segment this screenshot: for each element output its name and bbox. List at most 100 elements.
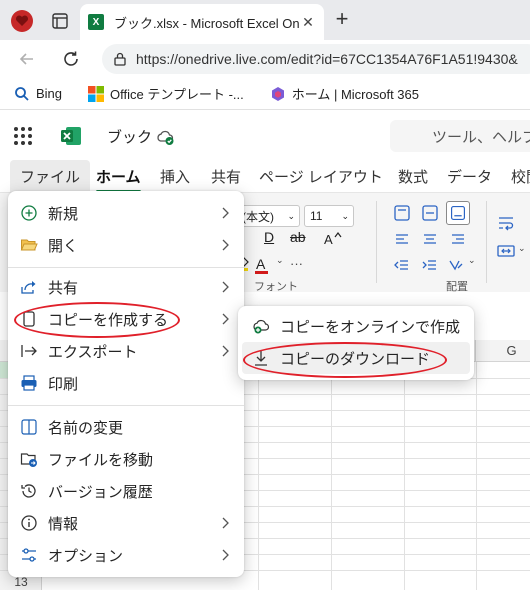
align-center-icon[interactable]	[420, 229, 440, 249]
info-icon	[20, 514, 38, 532]
row-number-13[interactable]: 13	[0, 575, 42, 589]
excel-app-bar: ブック ツール、ヘルプ	[0, 110, 530, 160]
chevron-down-icon[interactable]: ⌄	[276, 255, 284, 266]
menu-item-label: オプション	[48, 547, 124, 565]
chevron-right-icon	[222, 517, 229, 529]
bookmark-label: Bing	[36, 86, 63, 101]
export-arrow-icon	[20, 342, 38, 360]
menu-item-info[interactable]: 情報	[8, 507, 244, 539]
align-top-icon[interactable]	[392, 203, 412, 223]
plus-circle-icon	[20, 204, 38, 222]
browser-tab-active[interactable]: X ブック.xlsx - Microsoft Excel Online ✕	[80, 4, 324, 40]
ribbon-separator	[376, 201, 377, 283]
cloud-add-icon	[252, 317, 270, 335]
submenu-item-label: コピーをオンラインで作成	[280, 318, 461, 336]
orientation-icon[interactable]	[446, 255, 466, 275]
align-bottom-icon[interactable]	[446, 201, 470, 225]
make-copy-submenu: コピーをオンラインで作成 コピーのダウンロード	[238, 306, 474, 380]
search-input[interactable]: ツール、ヘルプ	[390, 120, 530, 152]
tab-page-layout[interactable]: ページ レイアウト	[259, 166, 383, 187]
grid-line	[404, 362, 405, 590]
file-menu: 新規 開く 共有 コピーを作成する エクスポート 印刷 名前の変更 ファイルを移…	[8, 191, 244, 577]
menu-item-label: 共有	[48, 279, 79, 297]
bookmark-office-templates[interactable]: Office テンプレート -...	[88, 84, 244, 103]
align-right-icon[interactable]	[448, 229, 468, 249]
chevron-right-icon	[222, 207, 229, 219]
tab-file[interactable]: ファイル	[10, 160, 91, 192]
chevron-right-icon	[222, 239, 229, 251]
more-font-options-icon[interactable]: ···	[290, 256, 303, 271]
tab-data[interactable]: データ	[447, 166, 492, 187]
url-field[interactable]: https://onedrive.live.com/edit?id=67CC13…	[102, 44, 530, 74]
chevron-down-icon[interactable]: ⌄	[518, 243, 526, 254]
chevron-down-icon: ⌄	[341, 210, 349, 221]
underline-button[interactable]: D	[264, 229, 274, 245]
tab-close-icon[interactable]: ✕	[300, 14, 316, 31]
history-icon	[20, 482, 38, 500]
tab-home[interactable]: ホーム	[96, 166, 141, 193]
document-name[interactable]: ブック	[107, 126, 152, 147]
menu-divider	[8, 267, 244, 268]
increase-indent-icon[interactable]	[420, 255, 440, 275]
column-header-g[interactable]: G	[476, 340, 530, 362]
menu-item-label: バージョン履歴	[48, 483, 153, 501]
menu-item-new[interactable]: 新規	[8, 197, 244, 229]
menu-item-print[interactable]: 印刷	[8, 367, 244, 399]
app-launcher-icon[interactable]	[14, 127, 32, 145]
grid-line	[258, 362, 259, 590]
align-middle-icon[interactable]	[420, 203, 440, 223]
menu-item-label: エクスポート	[48, 343, 138, 361]
chevron-right-icon	[222, 313, 229, 325]
profile-heart-icon[interactable]	[10, 9, 34, 33]
tab-formulas[interactable]: 数式	[398, 166, 428, 187]
font-color-swatch	[255, 271, 268, 274]
ribbon-separator	[486, 201, 487, 283]
tab-actions-icon[interactable]	[48, 9, 72, 33]
bookmark-bing[interactable]: Bing	[14, 86, 62, 102]
menu-item-open[interactable]: 開く	[8, 229, 244, 261]
menu-item-label: 新規	[48, 205, 79, 223]
microsoft-logo-icon	[88, 85, 105, 102]
chevron-down-icon[interactable]: ⌄	[468, 255, 476, 266]
menu-item-share[interactable]: 共有	[8, 271, 244, 303]
tab-review[interactable]: 校閲	[511, 166, 530, 187]
tab-insert[interactable]: 挿入	[160, 166, 190, 187]
share-icon	[20, 278, 38, 296]
strikethrough-button[interactable]: ab	[290, 229, 306, 245]
folder-move-icon	[20, 450, 38, 468]
menu-item-label: コピーを作成する	[48, 311, 169, 329]
menu-item-label: 印刷	[48, 375, 79, 393]
submenu-item-copy-online[interactable]: コピーをオンラインで作成	[242, 310, 470, 342]
menu-item-version-history[interactable]: バージョン履歴	[8, 475, 244, 507]
bookmark-microsoft-365[interactable]: ホーム | Microsoft 365	[270, 84, 419, 103]
cloud-saved-icon[interactable]	[156, 128, 174, 146]
folder-open-icon	[20, 236, 38, 254]
grid-line	[476, 362, 477, 590]
back-arrow-icon[interactable]	[16, 48, 38, 70]
merge-cells-icon[interactable]	[496, 241, 516, 261]
new-tab-button[interactable]: +	[330, 8, 354, 32]
font-color-letter[interactable]: A	[256, 256, 265, 272]
url-text: https://onedrive.live.com/edit?id=67CC13…	[136, 51, 518, 67]
menu-item-rename[interactable]: 名前の変更	[8, 411, 244, 443]
tab-share[interactable]: 共有	[211, 166, 241, 187]
font-increase-icon[interactable]: A	[324, 231, 342, 247]
font-size-value: 11	[310, 209, 323, 223]
copy-icon	[20, 310, 38, 328]
font-size-dropdown[interactable]: 11 ⌄	[304, 205, 354, 227]
align-left-icon[interactable]	[392, 229, 412, 249]
submenu-item-download-copy[interactable]: コピーのダウンロード	[242, 342, 470, 374]
menu-item-move-file[interactable]: ファイルを移動	[8, 443, 244, 475]
menu-item-make-copy[interactable]: コピーを作成する	[8, 303, 244, 335]
wrap-text-icon[interactable]	[496, 213, 516, 233]
column-g-label: G	[506, 343, 517, 358]
refresh-icon[interactable]	[60, 48, 82, 70]
tab-title: ブック.xlsx - Microsoft Excel Online	[114, 15, 300, 31]
menu-item-options[interactable]: オプション	[8, 539, 244, 571]
chevron-right-icon	[222, 281, 229, 293]
font-name-dropdown[interactable]: (本文) ⌄	[236, 205, 300, 227]
menu-item-export[interactable]: エクスポート	[8, 335, 244, 367]
download-icon	[252, 349, 270, 367]
decrease-indent-icon[interactable]	[392, 255, 412, 275]
m365-logo-icon	[271, 86, 284, 101]
